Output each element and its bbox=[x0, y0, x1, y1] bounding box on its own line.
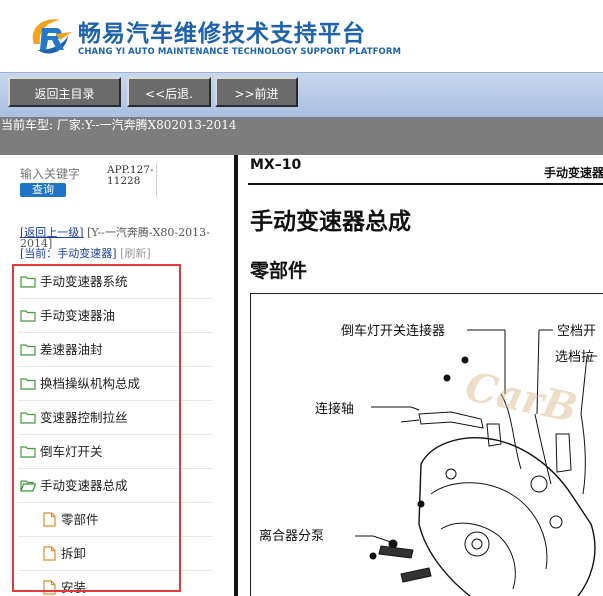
folder-icon bbox=[20, 310, 36, 322]
page-code: MX–10 bbox=[250, 157, 302, 173]
nav-toolbar: 返回主目录 <<后退. >>前进 bbox=[0, 72, 603, 118]
tree-item-label: 安装 bbox=[61, 580, 87, 595]
tree-item-label: 变速器控制拉丝 bbox=[40, 410, 128, 425]
callout-label: 选档拉 bbox=[555, 350, 595, 365]
tree-item[interactable]: 换档操纵机构总成 bbox=[18, 367, 213, 401]
document-title: 手动变速器总成 bbox=[250, 209, 411, 235]
folder-icon bbox=[20, 446, 36, 458]
site-subtitle: CHANG YI AUTO MAINTENANCE TECHNOLOGY SUP… bbox=[78, 47, 402, 57]
tree-item-label: 手动变速器油 bbox=[40, 308, 116, 323]
tree-item[interactable]: 倒车灯开关 bbox=[18, 435, 213, 469]
current-vehicle-text: 当前车型: 厂家:Y--一汽奔腾X802013-2014 bbox=[1, 118, 237, 132]
folder-open-icon bbox=[20, 480, 36, 492]
tree-item-label: 零部件 bbox=[61, 512, 99, 527]
forward-button[interactable]: >>前进 bbox=[215, 77, 298, 107]
document-icon bbox=[43, 546, 56, 561]
tree-item[interactable]: 手动变速器总成 bbox=[18, 469, 213, 503]
transmission-illustration bbox=[355, 329, 597, 596]
section-header: 手动变速器 bbox=[544, 166, 603, 180]
folder-icon bbox=[20, 276, 36, 288]
category-tree: 手动变速器系统 手动变速器油 差速器油封 换档操纵机构总成 变速器控制拉丝 倒车… bbox=[18, 265, 213, 596]
breadcrumb: [返回上一级] [Y--一汽奔腾-X80-2013-2014] [当前：手动变速… bbox=[20, 227, 215, 260]
tree-item[interactable]: 安装 bbox=[18, 571, 213, 596]
tree-item-label: 拆卸 bbox=[61, 546, 87, 561]
current-category-label: [当前：手动变速器] bbox=[20, 247, 117, 260]
sidebar: 查询 APP.127-11228 [返回上一级] [Y--一汽奔腾-X80-20… bbox=[0, 155, 234, 596]
callout-label: 倒车灯开关连接器 bbox=[341, 324, 446, 339]
back-button[interactable]: <<后退. bbox=[127, 77, 211, 107]
app-header: 畅易汽车维修技术支持平台 CHANG YI AUTO MAINTENANCE T… bbox=[0, 0, 603, 72]
folder-icon bbox=[20, 344, 36, 356]
document-icon bbox=[43, 580, 56, 595]
tree-item[interactable]: 零部件 bbox=[18, 503, 213, 537]
document-icon bbox=[43, 512, 56, 527]
callout-label: 离合器分泵 bbox=[259, 529, 325, 544]
home-directory-button[interactable]: 返回主目录 bbox=[8, 77, 121, 107]
tree-item-label: 差速器油封 bbox=[40, 342, 103, 357]
document-viewer: MX–10 手动变速器 手动变速器总成 零部件 CarB 倒车灯开关连接器 空档… bbox=[238, 155, 603, 596]
refresh-link[interactable]: [刷新] bbox=[120, 247, 151, 260]
document-subtitle: 零部件 bbox=[250, 260, 308, 282]
tree-item-label: 倒车灯开关 bbox=[40, 444, 103, 459]
tree-item[interactable]: 差速器油封 bbox=[18, 333, 213, 367]
folder-icon bbox=[20, 412, 36, 424]
tree-item[interactable]: 手动变速器系统 bbox=[18, 265, 213, 299]
cy-swoosh-logo-icon bbox=[32, 19, 72, 54]
tree-item[interactable]: 手动变速器油 bbox=[18, 299, 213, 333]
callout-label: 空档开 bbox=[557, 324, 597, 339]
tree-item-label: 手动变速器总成 bbox=[40, 478, 128, 493]
folder-icon bbox=[20, 378, 36, 390]
keyword-search-input[interactable] bbox=[20, 166, 102, 182]
site-title: 畅易汽车维修技术支持平台 bbox=[78, 21, 366, 47]
app-version-label: APP.127-11228 bbox=[107, 164, 154, 187]
tree-item-label: 换档操纵机构总成 bbox=[40, 376, 141, 391]
search-button[interactable]: 查询 bbox=[20, 183, 66, 197]
tree-item[interactable]: 拆卸 bbox=[18, 537, 213, 571]
components-diagram: CarB 倒车灯开关连接器 空档开 选档拉 连接轴 离合器分泵 bbox=[250, 293, 603, 596]
callout-label: 连接轴 bbox=[315, 402, 355, 417]
header-rule bbox=[248, 183, 603, 185]
divider bbox=[156, 163, 157, 197]
tree-item-label: 手动变速器系统 bbox=[40, 274, 128, 289]
tree-item[interactable]: 变速器控制拉丝 bbox=[18, 401, 213, 435]
vehicle-info-bar: 当前车型: 厂家:Y--一汽奔腾X802013-2014 bbox=[0, 117, 603, 155]
